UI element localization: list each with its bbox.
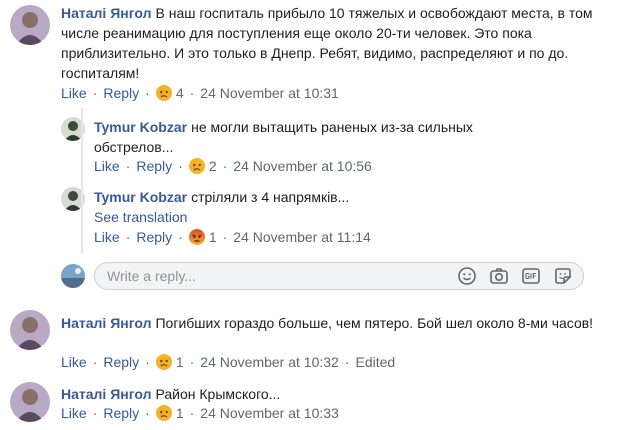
avatar-natali-2[interactable] [10,310,50,350]
comment-actions: Like · Reply · 1 · 24 November at 10:32 … [61,354,396,370]
reply-button[interactable]: Reply [136,229,172,245]
reaction-count[interactable]: 4 [176,85,184,101]
like-button[interactable]: Like [94,229,120,245]
reply-button[interactable]: Reply [136,158,172,174]
comment-actions: Like · Reply · 4 · 24 November at 10:31 [61,85,339,101]
sad-face-icon[interactable] [188,158,205,174]
reply-button[interactable]: Reply [103,405,139,421]
reaction-count[interactable]: 1 [176,354,184,370]
reaction-count[interactable]: 1 [176,405,184,421]
reply-author[interactable]: Tymur Kobzar [94,189,187,205]
reply-thread-line [81,108,83,254]
avatar-natali-3[interactable] [10,382,50,422]
sad-face-icon[interactable] [155,354,172,370]
reply-text: стріляли з 4 напрямків... [191,189,350,205]
timestamp[interactable]: 24 November at 10:56 [233,158,372,174]
like-button[interactable]: Like [61,354,87,370]
edited-label[interactable]: Edited [356,354,396,370]
comment-author[interactable]: Наталі Янгол [61,386,151,402]
reply-button[interactable]: Reply [103,354,139,370]
like-button[interactable]: Like [61,405,87,421]
reply-actions: Like · Reply · 2 · 24 November at 10:56 [94,158,372,174]
comment: Наталі Янгол Район Крымского... [61,384,609,404]
comment-text: Погибших гораздо больше, чем пятеро. Бой… [155,315,594,331]
comment-author[interactable]: Наталі Янгол [61,315,151,331]
angry-face-icon[interactable] [188,229,205,245]
reaction-count[interactable]: 1 [209,229,217,245]
comment-author[interactable]: Наталі Янгол [61,5,151,21]
reply-author[interactable]: Tymur Kobzar [94,119,187,135]
reply-button[interactable]: Reply [103,85,139,101]
timestamp[interactable]: 24 November at 10:33 [200,405,339,421]
comment: Наталі Янгол В наш госпиталь прибыло 10 т… [61,3,609,83]
sad-face-icon[interactable] [155,405,172,421]
like-button[interactable]: Like [61,85,87,101]
reaction-count[interactable]: 2 [209,158,217,174]
camera-icon[interactable] [489,266,509,286]
reply-composer [94,262,584,290]
gif-icon[interactable] [521,266,541,286]
see-translation-link[interactable]: See translation [94,209,187,225]
like-button[interactable]: Like [94,158,120,174]
sad-face-icon[interactable] [155,85,172,101]
reply: Tymur Kobzar стріляли з 4 напрямків... [94,187,514,207]
avatar-natali-1[interactable] [10,5,50,45]
sticker-icon[interactable] [553,266,573,286]
see-translation-row: See translation [94,207,187,227]
comment-text: Район Крымского... [155,386,281,402]
avatar-current-user [61,264,85,288]
reply-actions: Like · Reply · 1 · 24 November at 11:14 [94,229,371,245]
emoji-icon[interactable] [457,266,477,286]
reply: Tymur Kobzar не могли вытащить раненых из… [94,117,514,157]
comment: Наталі Янгол Погибших гораздо больше, чем… [61,313,609,333]
comment-actions: Like · Reply · 1 · 24 November at 10:33 [61,405,339,421]
composer-icons [457,266,583,286]
reply-input[interactable] [95,267,457,285]
timestamp[interactable]: 24 November at 10:32 [200,354,339,370]
timestamp[interactable]: 24 November at 10:31 [200,85,339,101]
timestamp[interactable]: 24 November at 11:14 [233,229,371,245]
